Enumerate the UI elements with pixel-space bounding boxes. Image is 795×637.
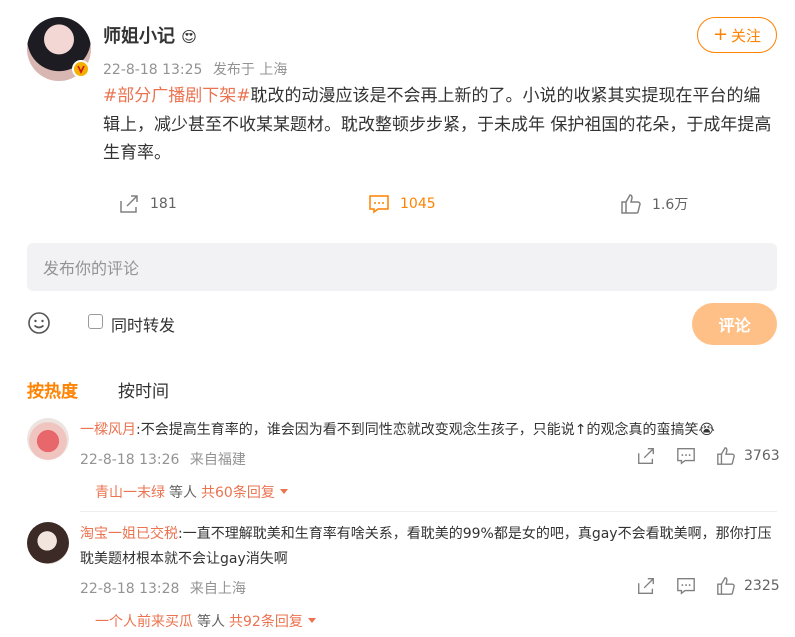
reply-summary[interactable]: 青山一末绿 等人 共60条回复 [95, 482, 289, 502]
tab-sort-hot[interactable]: 按热度 [27, 377, 78, 402]
verified-badge-icon [72, 60, 90, 78]
reply-count[interactable]: 共60条回复 [201, 482, 275, 502]
comment-like-button[interactable]: 2325 [716, 576, 780, 596]
comment-time: 22-8-18 13:26 [80, 452, 180, 468]
reply-mid: 等人 [197, 614, 225, 630]
post-body: #部分广播剧下架#耽改的动漫应该是不会再上新的了。小说的收紧其实提现在平台的编辑… [103, 82, 773, 168]
comment-avatar[interactable] [27, 522, 69, 564]
post-time[interactable]: 22-8-18 13:25 [103, 62, 202, 78]
like-button[interactable]: 1.6万 [620, 193, 688, 215]
author-name-text[interactable]: 师姐小记 [103, 26, 175, 47]
author-emoji-icon: 😍 [181, 28, 197, 46]
comment-text: 一樑风月:不会提高生育率的，谁会因为看不到同性恋就改变观念生孩子，只能说↑的观念… [80, 418, 780, 443]
thumbs-up-icon [621, 194, 641, 214]
hashtag-link[interactable]: #部分广播剧下架# [103, 86, 251, 106]
submit-comment-button[interactable]: 评论 [692, 303, 777, 345]
share-icon [638, 448, 654, 464]
comment-body: :不会提高生育率的，谁会因为看不到同性恋就改变观念生孩子，只能说↑的观念真的蛮搞… [136, 422, 699, 438]
follow-label: 关注 [731, 26, 762, 45]
comment-input-placeholder: 发布你的评论 [43, 259, 140, 278]
comment-user[interactable]: 一樑风月 [80, 422, 136, 438]
comment-avatar[interactable] [27, 418, 69, 460]
comment-share-button[interactable] [636, 446, 656, 466]
post-meta: 22-8-18 13:25 发布于 上海 [103, 59, 287, 79]
repost-count: 181 [150, 196, 177, 212]
emoji-picker-icon[interactable] [27, 311, 51, 339]
crying-emoji-icon: 😭 [698, 422, 715, 438]
comment-input[interactable]: 发布你的评论 [27, 243, 777, 291]
caret-down-icon [279, 489, 288, 494]
reply-user[interactable]: 一个人前来买瓜 [95, 611, 193, 631]
comment-user[interactable]: 淘宝一姐已交税 [80, 526, 178, 542]
comment-icon [677, 448, 695, 465]
comment-like-count: 3763 [744, 448, 780, 464]
reply-mid: 等人 [169, 485, 197, 501]
comment-like-button[interactable]: 3763 [716, 446, 780, 466]
share-icon [120, 195, 138, 213]
comment-meta: 22-8-18 13:26 来自福建 [80, 449, 246, 469]
comment-body: :一直不理解耽美和生育率有啥关系，看耽美的99%都是女的吧，真gay不会看耽美啊… [80, 526, 772, 567]
author-name[interactable]: 师姐小记 😍 [103, 22, 197, 48]
comment-button[interactable]: 1045 [368, 193, 436, 215]
comment-time: 22-8-18 13:28 [80, 581, 180, 597]
comment-count: 1045 [400, 196, 436, 212]
comment-divider [80, 511, 777, 512]
reply-summary[interactable]: 一个人前来买瓜 等人 共92条回复 [95, 611, 317, 631]
thumbs-up-icon [717, 577, 735, 595]
comment-icon [369, 195, 389, 214]
comment-like-count: 2325 [744, 578, 780, 594]
comment-share-button[interactable] [636, 576, 656, 596]
reply-user[interactable]: 青山一末绿 [95, 482, 165, 502]
comment-location: 来自福建 [189, 452, 246, 468]
caret-down-icon [307, 618, 316, 623]
repost-checkbox[interactable] [88, 314, 103, 329]
plus-icon: + [712, 24, 729, 45]
like-count: 1.6万 [652, 197, 689, 213]
comment-icon [677, 578, 695, 595]
share-icon [638, 578, 654, 594]
comment-meta: 22-8-18 13:28 来自上海 [80, 578, 246, 598]
repost-button[interactable]: 181 [118, 193, 177, 215]
comment-reply-button[interactable] [676, 576, 696, 596]
comment-text: 淘宝一姐已交税:一直不理解耽美和生育率有啥关系，看耽美的99%都是女的吧，真ga… [80, 522, 775, 572]
post-source: 发布于 上海 [212, 62, 288, 78]
reply-count[interactable]: 共92条回复 [229, 611, 303, 631]
repost-checkbox-label[interactable]: 同时转发 [111, 312, 175, 336]
thumbs-up-icon [717, 447, 735, 465]
tab-sort-time[interactable]: 按时间 [118, 377, 169, 402]
comment-location: 来自上海 [189, 581, 246, 597]
follow-button[interactable]: + 关注 [697, 17, 777, 53]
comment-reply-button[interactable] [676, 446, 696, 466]
